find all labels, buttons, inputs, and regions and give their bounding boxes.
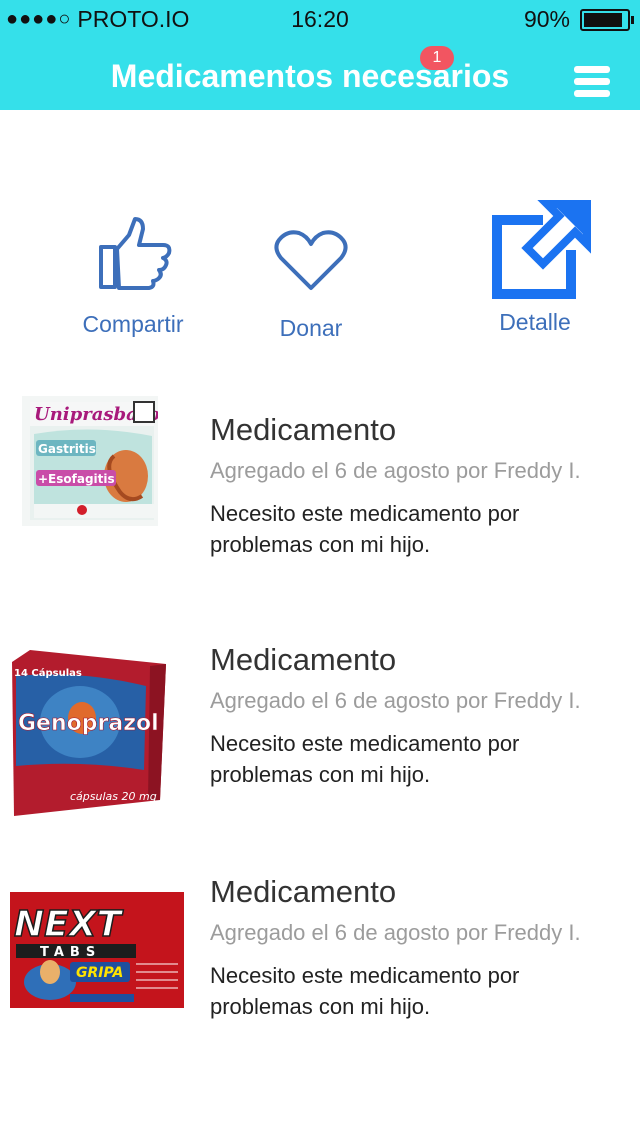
page-title: Medicamentos necesarios: [110, 58, 510, 94]
battery-indicator: 90%: [523, 6, 634, 33]
image-text: cápsulas 20 mg: [70, 790, 157, 803]
image-text: TABS: [40, 945, 101, 960]
donate-button[interactable]: Donar: [266, 228, 356, 342]
share-label: Compartir: [82, 311, 184, 337]
hamburger-menu-icon[interactable]: [574, 66, 610, 98]
share-button[interactable]: Compartir: [70, 215, 200, 338]
battery-icon: [580, 8, 634, 31]
item-description: Necesito este medicamento por problemas …: [210, 731, 520, 787]
item-meta: Agregado el 6 de agosto por Freddy I.: [210, 688, 581, 713]
header-bar: ●●●●○ PROTO.IO 16:20 90% Medicamentos ne…: [0, 0, 640, 110]
item-meta: Agregado el 6 de agosto por Freddy I.: [210, 920, 581, 945]
item-meta: Agregado el 6 de agosto por Freddy I.: [210, 458, 581, 483]
image-text: Gastritis: [38, 442, 96, 456]
medication-image: NEXT TABS GRIPA: [10, 892, 184, 1008]
medication-image: 14 Cápsulas Genoprazol cápsulas 20 mg: [10, 650, 168, 818]
image-brand-text: NEXT: [14, 904, 123, 945]
item-title: Medicamento: [210, 412, 397, 447]
list-item[interactable]: Uniprasbazol Gastritis +Esofagitis Medic…: [0, 390, 640, 590]
item-title: Medicamento: [210, 874, 397, 909]
battery-percent: 90%: [523, 6, 570, 32]
detail-label: Detalle: [499, 309, 571, 335]
detail-button[interactable]: Detalle: [480, 200, 598, 336]
item-title: Medicamento: [210, 642, 397, 677]
donate-label: Donar: [279, 315, 343, 341]
medication-image: Uniprasbazol Gastritis +Esofagitis: [22, 396, 158, 526]
image-text: GRIPA: [76, 965, 123, 981]
item-description: Necesito este medicamento por problemas …: [210, 501, 520, 557]
external-link-icon: [492, 200, 591, 299]
list-item[interactable]: 14 Cápsulas Genoprazol cápsulas 20 mg Me…: [0, 620, 640, 820]
item-description: Necesito este medicamento por problemas …: [210, 963, 520, 1019]
battery-fill: [584, 12, 622, 27]
image-text: 14 Cápsulas: [14, 667, 82, 679]
heart-icon: [274, 230, 348, 290]
image-text: +Esofagitis: [38, 472, 115, 486]
thumbs-up-icon: [99, 217, 172, 290]
status-bar: ●●●●○ PROTO.IO 16:20 90%: [0, 0, 640, 40]
list-item[interactable]: NEXT TABS GRIPA Medicamento Agregado el …: [0, 852, 640, 1052]
image-brand-text: Genoprazol: [18, 711, 159, 736]
notification-badge[interactable]: 1: [420, 46, 454, 70]
